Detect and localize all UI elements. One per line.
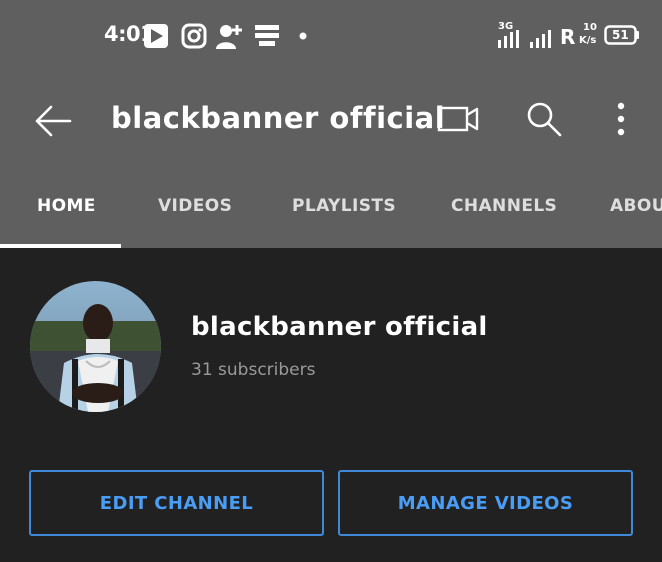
tab-channels[interactable]: CHANNELS [451,196,557,216]
subscriber-count: 31 subscribers [191,360,316,380]
channel-tabs: HOME VIDEOS PLAYLISTS CHANNELS ABOUT [0,181,662,248]
arrow-left-icon [30,105,76,148]
edit-channel-button[interactable]: EDIT CHANNEL [29,470,324,536]
back-button[interactable] [30,98,76,144]
add-person-icon [214,22,246,50]
app-bar: blackbanner official HOME VIDEOS PLAYLIS… [0,73,662,248]
more-vertical-icon [616,102,626,140]
tab-about[interactable]: ABOUT [610,196,662,216]
instagram-icon [180,22,208,50]
manage-videos-button[interactable]: MANAGE VIDEOS [338,470,633,536]
net-speed-unit: K/s [579,35,597,46]
signal-strength-icon [498,30,524,48]
channel-avatar[interactable] [30,281,161,412]
page-title: blackbanner official [111,101,446,135]
status-bar: 4:01 3G R 10 K/s 51 [0,0,662,73]
video-camera-icon [437,104,479,138]
search-button[interactable] [519,98,569,144]
channel-name: blackbanner official [191,312,488,342]
battery-level: 51 [612,28,629,42]
upload-video-button[interactable] [433,98,483,144]
play-store-icon [142,22,170,50]
more-options-button[interactable] [596,98,646,144]
signal-strength-icon-2 [530,28,558,48]
message-icon [252,22,282,50]
search-icon [525,100,563,142]
net-speed-value: 10 [583,22,597,33]
dot-icon [296,22,310,50]
tab-videos[interactable]: VIDEOS [158,196,232,216]
tab-home[interactable]: HOME [37,196,96,216]
roaming-label: R [560,25,576,49]
tab-playlists[interactable]: PLAYLISTS [292,196,396,216]
active-tab-indicator [0,244,121,248]
